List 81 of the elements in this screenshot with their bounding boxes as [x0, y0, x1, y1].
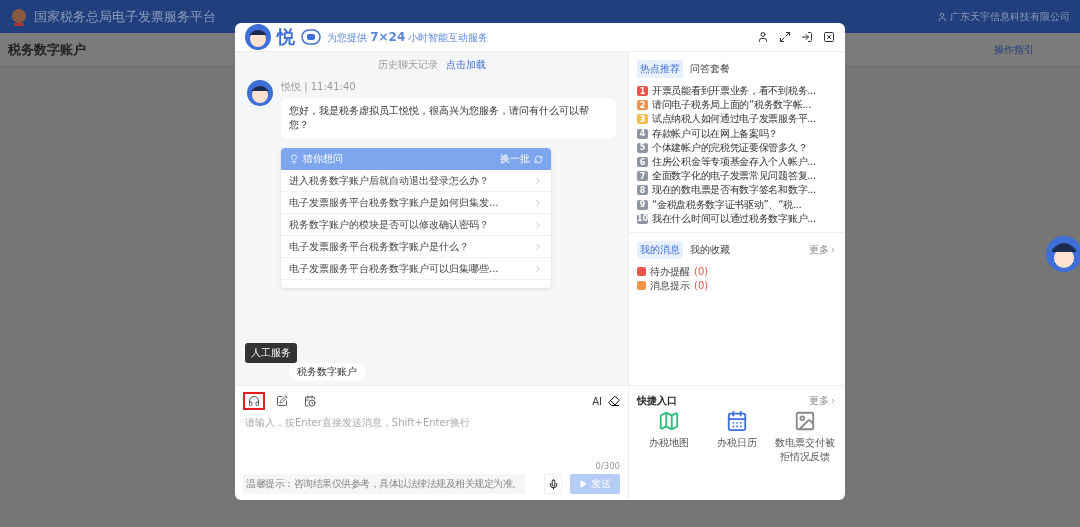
message-category[interactable]: 待办提醒: [650, 264, 690, 279]
close-icon[interactable]: [823, 31, 835, 43]
rank-badge: 9: [637, 199, 648, 210]
rank-badge: 3: [637, 114, 648, 125]
hot-question[interactable]: 3 试点纳税人如何通过电子发票服务平...: [637, 112, 837, 127]
message-category[interactable]: 消息提示: [650, 278, 690, 293]
tab[interactable]: 热点推荐: [637, 60, 683, 78]
rank-badge: 1: [637, 86, 648, 97]
calendar-icon: [726, 410, 748, 432]
rank-badge: 8: [637, 185, 648, 196]
tab[interactable]: 我的收藏: [687, 240, 733, 259]
hot-question[interactable]: 9 “金税盘税务数字证书驱动”、“税...: [637, 197, 837, 212]
quick-access-item[interactable]: 办税地图: [637, 410, 701, 464]
tooltip: 人工服务: [245, 343, 297, 363]
tab[interactable]: 问答套餐: [687, 60, 733, 78]
ai-button[interactable]: AI: [592, 395, 602, 407]
site-title: 国家税务总局电子发票服务平台: [34, 7, 216, 26]
history-label: 历史聊天记录: [377, 58, 438, 72]
mascot-avatar: [245, 24, 271, 50]
hot-question[interactable]: 4 存款帐户可以在网上备案吗？: [637, 126, 837, 141]
company-name[interactable]: 广东天宇信息科技有限公司: [950, 9, 1070, 24]
exit-icon[interactable]: [801, 31, 813, 43]
suggestion-item[interactable]: 税务数字账户的模块是否可以修改确认密码？: [281, 214, 551, 236]
suggestion-item[interactable]: 电子发票服务平台税务数字账户是如何归集发...: [281, 192, 551, 214]
message-count: (0): [694, 266, 709, 278]
chevron-icon: [533, 263, 543, 274]
rank-badge: 10: [637, 213, 648, 224]
tab[interactable]: 我的消息: [637, 240, 683, 259]
quick-access-item[interactable]: 数电票交付被拒情况反馈: [773, 410, 837, 464]
message-meta: 悦悦 | 11:41:40: [281, 80, 357, 94]
chevron-icon: [829, 397, 837, 405]
page-title: 税务数字账户: [8, 40, 86, 59]
more-link[interactable]: 更多: [809, 242, 837, 257]
rank-badge: 5: [637, 142, 648, 153]
rank-badge: 2: [637, 100, 648, 111]
chevron-icon: [533, 219, 543, 230]
expand-icon[interactable]: [779, 31, 791, 43]
chevron-icon: [829, 245, 837, 254]
robot-badge-icon: [301, 29, 321, 45]
load-history-link[interactable]: 点击加载: [445, 58, 486, 72]
mascot-avatar: [247, 80, 273, 106]
char-counter: 0/300: [595, 461, 620, 471]
user-icon[interactable]: [757, 31, 769, 43]
hot-question[interactable]: 6 住房公积金等专项基金存入个人帐户...: [637, 154, 837, 170]
suggestion-title: 猜你想问: [303, 152, 343, 166]
assistant-name: 悦: [277, 25, 295, 49]
emblem-icon: [10, 6, 28, 27]
hot-question[interactable]: 7 全面数字化的电子发票常见问题答复...: [637, 169, 837, 184]
hot-question[interactable]: 2 请问电子税务局上面的“税务数字帐...: [637, 98, 837, 113]
notice-text: 温馨提示：咨询结果仅供参考，具体以法律法规及相关规定为准。: [243, 474, 525, 494]
chevron-icon: [533, 175, 543, 186]
hot-question[interactable]: 10 我在什么时间可以通过税务数字账户...: [637, 211, 837, 226]
suggestion-item[interactable]: 电子发票服务平台税务数字账户是什么？: [281, 236, 551, 258]
quick-access-item[interactable]: 办税日历: [705, 410, 769, 464]
eraser-icon[interactable]: [608, 395, 620, 407]
hot-question[interactable]: 1 开票员能看到开票业务，看不到税务...: [637, 84, 837, 99]
rank-badge: 4: [637, 128, 648, 139]
calendar-icon: [304, 395, 316, 407]
play-icon: [579, 480, 587, 488]
message-count: (0): [694, 280, 709, 292]
microphone-icon: [547, 478, 559, 490]
hot-question[interactable]: 8 现在的数电票是否有数字签名和数字...: [637, 183, 837, 198]
lightbulb-icon: [289, 154, 299, 164]
message-bubble: 您好，我是税务虚拟员工悦悦，很高兴为您服务，请问有什么可以帮您？: [281, 98, 616, 138]
microphone-button[interactable]: [544, 474, 562, 494]
suggestion-item[interactable]: 电子发票服务平台税务数字账户可以归集哪些...: [281, 258, 551, 280]
suggestion-item[interactable]: 进入税务数字账户后就自动退出登录怎么办？: [281, 170, 551, 192]
map-icon: [658, 410, 680, 432]
topic-chip[interactable]: 税务数字账户: [289, 363, 365, 381]
headset-icon: [248, 395, 260, 407]
rank-badge: 7: [637, 171, 648, 182]
hot-question[interactable]: 5 个体建帐户的完税凭证要保管多久？: [637, 140, 837, 155]
tagline: 为您提供 7×24 小时智能互动服务: [327, 29, 489, 45]
user-icon: [937, 11, 947, 22]
quick-access-title: 快捷入口: [637, 394, 677, 408]
toolbar-button[interactable]: [243, 392, 265, 410]
edit-icon: [276, 395, 288, 407]
rank-badge: 6: [637, 157, 648, 168]
more-link[interactable]: 更多: [809, 394, 837, 408]
chevron-icon: [533, 241, 543, 252]
chevron-icon: [533, 197, 543, 208]
